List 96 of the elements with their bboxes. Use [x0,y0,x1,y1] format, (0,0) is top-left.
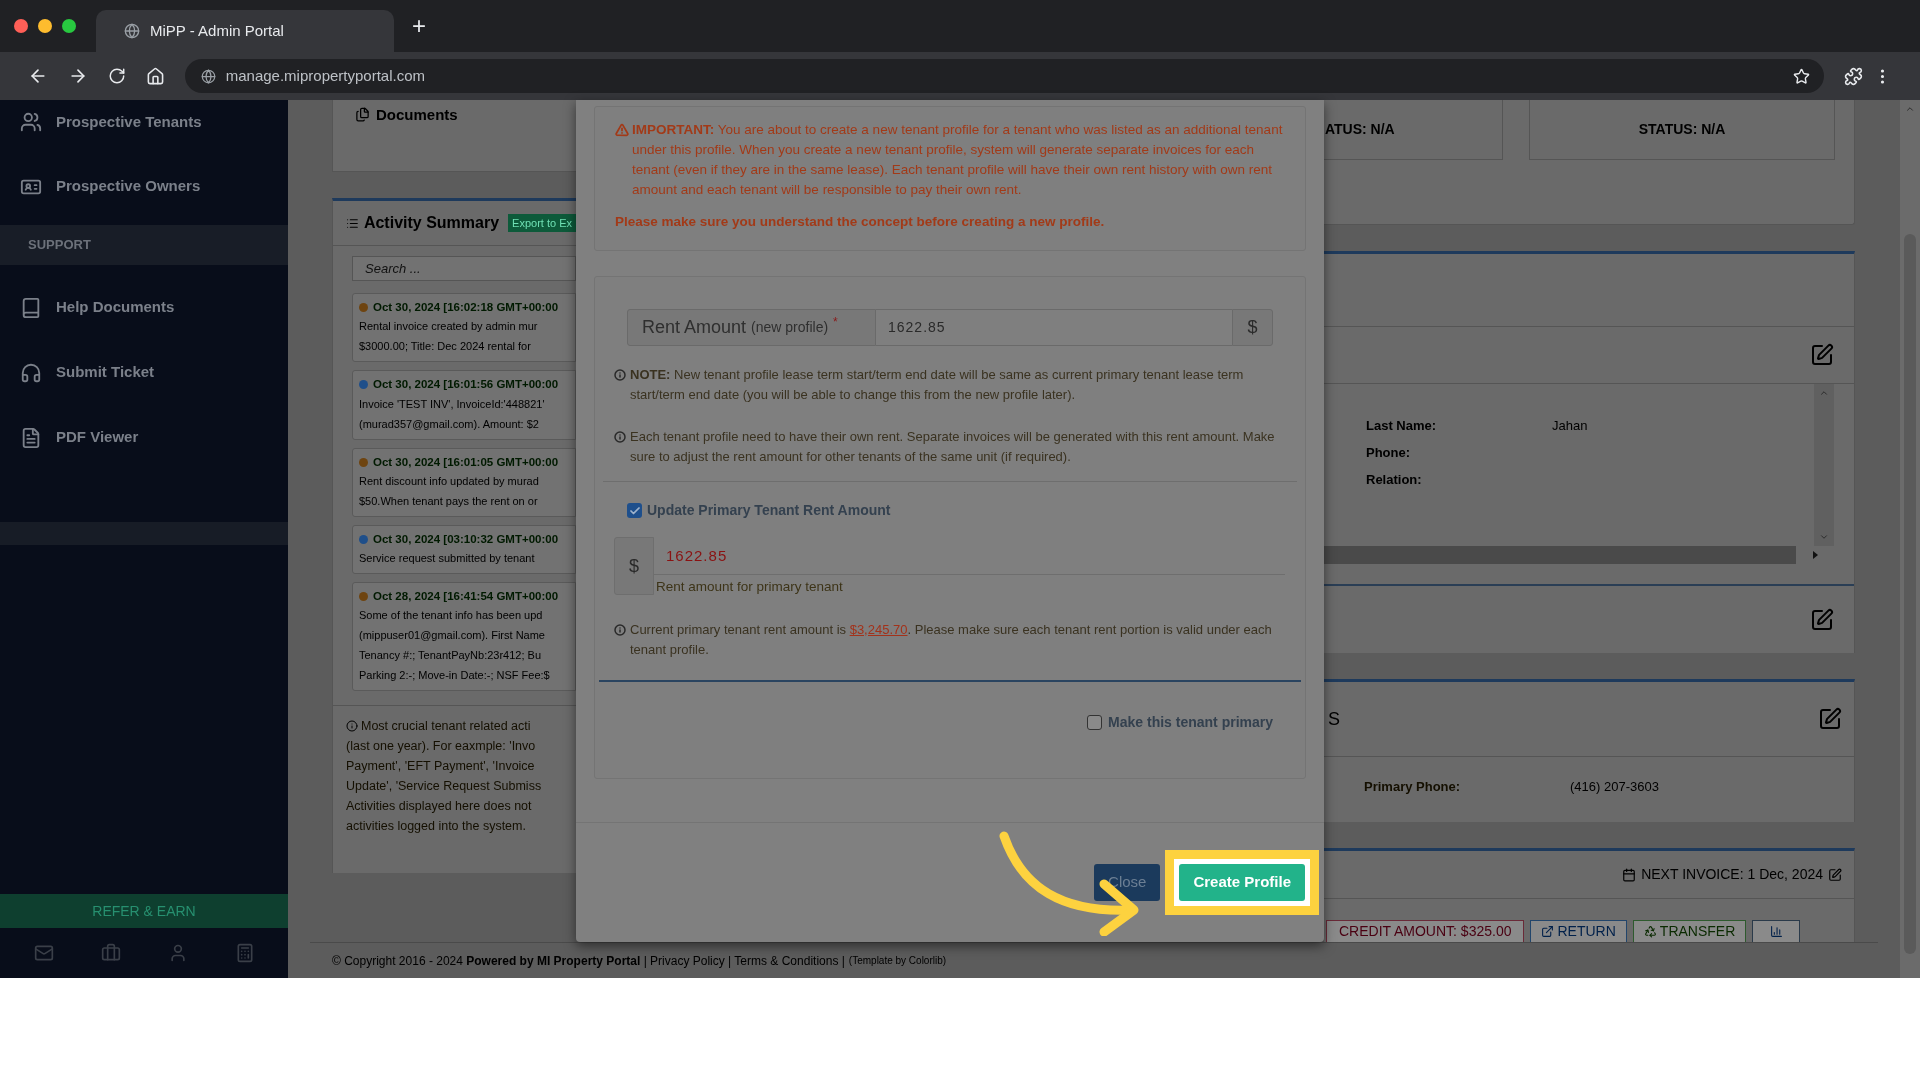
sidebar-item[interactable]: Prospective Owners [0,154,288,219]
activity-text: Service request submitted by tenant [359,551,536,566]
transfer-button[interactable]: TRANSFER [1632,920,1747,942]
template-credit: (Template by Colorlib) [848,954,947,968]
panel-title: Activity Summary [363,213,500,233]
note-text: Each tenant profile need to have their own rent. Separate invoices will be generated with this rent amount. Make sure to adjust the rent amount for other tenants of the same unit (if required). [630,428,1276,467]
activity-text: Rental invoice created by admin mur [359,319,539,335]
activity-text: Invoice 'TEST INV', InvoiceId:'448821' [359,396,546,412]
panel-title: Documents [376,105,458,124]
section-header: SUPPORT [0,225,288,265]
info-icon [614,369,626,382]
search-field[interactable]: Search ... [352,256,576,281]
edit-icon[interactable] [1828,867,1842,882]
checkbox[interactable] [627,503,642,519]
close-window-button[interactable] [14,19,28,33]
info-icon [346,720,358,732]
bar-chart-icon [1769,925,1783,938]
sidebar-item[interactable]: Prospective Tenants [0,100,288,144]
activity-text: Rent discount info updated by murad [359,473,540,489]
currency-addon: $ [614,537,654,596]
home-icon[interactable] [145,66,165,86]
field-value: Jahan [1552,416,1588,435]
activity-text: (mippuser01@gmail.com). First Name [359,628,546,644]
field-label: Last Name: [1366,416,1438,435]
calendar-icon [1622,867,1637,882]
recycle-icon [1643,925,1657,938]
activity-text: Tenancy #:; TenantPayNb:23r412; Bu [359,648,543,664]
note-text: Current primary tenant rent amount is $3,245.70. Please make sure each tenant rent portion is valid under each tenant profile. [630,620,1273,659]
activity-time: Oct 30, 2024 [03:10:32 GMT+00:00 [373,531,559,547]
next-invoice-text: NEXT INVOICE: 1 Dec, 2024 [1641,865,1823,884]
activity-text: $3000.00; Title: Dec 2024 rental for [359,339,532,355]
activity-time: Oct 30, 2024 [16:01:56 GMT+00:00 [373,377,559,393]
note-text: activities logged into the system. [346,818,526,835]
chart-button[interactable] [1752,920,1801,942]
help-text: Rent amount for primary tenant [655,578,844,597]
field-value: (416) 207-3603 [1570,778,1659,797]
edit-icon[interactable] [1810,607,1834,632]
activity-time: Oct 30, 2024 [16:02:18 GMT+00:00 [373,300,559,315]
scroll-up-icon[interactable] [1905,104,1915,114]
export-button[interactable]: Export to Ex [508,214,576,232]
note-text: NOTE: New tenant profile lease term start/term end date will be same as current primary tenant lease term start/term end date (you will be able to change this from the new profile later). [630,366,1245,405]
section-title: S [1328,707,1340,731]
field-label: Primary Phone: [1364,778,1462,797]
field-label: Relation: [1366,470,1423,489]
note-text: (last one year). For eaxmple: 'Invo [346,738,536,755]
reload-icon[interactable] [107,67,126,85]
sidebar-item-icon [20,296,42,319]
browser-tab[interactable]: MiPP - Admin Portal [96,10,394,52]
info-icon [614,623,626,636]
credit-amount-badge: CREDIT AMOUNT: $325.00 [1326,920,1525,942]
activity-time: Oct 30, 2024 [16:01:05 GMT+00:00 [373,454,559,470]
warning-icon [615,123,629,137]
sidebar-item[interactable]: Submit Ticket [0,340,288,405]
refer-button[interactable]: REFER & EARN [0,894,288,928]
minimize-window-button[interactable] [38,19,52,33]
rent-amount-field[interactable]: 1622.85 [876,309,1232,347]
activity-time: Oct 28, 2024 [16:41:54 GMT+00:00 [373,589,559,604]
note-text: Most crucial tenant related acti [361,718,531,735]
edit-icon[interactable] [1810,342,1834,367]
checkbox-label: Make this tenant primary [1108,712,1273,732]
info-icon [614,431,626,444]
return-button[interactable]: RETURN [1530,920,1627,942]
currency-addon: $ [1232,309,1273,347]
external-link-icon [1541,925,1555,938]
sidebar-item-icon [20,361,42,384]
note-text: Activities displayed here does not [346,798,532,815]
note-text: Update', 'Service Request Submiss [346,778,542,795]
page-scrollbar[interactable] [1900,100,1920,978]
field-label: Rent Amount (new profile) * [627,309,876,347]
new-tab-button[interactable]: + [406,14,432,38]
activity-text: Some of the tenant info has been upd [359,608,544,624]
warning-emphasis: Please make sure you understand the concept before creating a new profile. [615,213,1106,231]
field-label: Phone: [1366,443,1412,462]
copyright-text: © Copyright 2016 - 2024 Powered by MI Property Portal | Privacy Policy | Terms & Conditions | [332,952,845,970]
status-box: STATUS: N/A [1529,100,1835,160]
sidebar-item-icon [20,426,42,449]
sidebar-item[interactable]: Help Documents [0,275,288,340]
address-bar[interactable]: manage.mipropertyportal.com [184,59,1825,93]
globe-icon [200,68,216,84]
edit-icon[interactable] [1818,707,1842,731]
warning-text: IMPORTANT: You are about to create a new tenant profile for a tenant who was listed as an additional tenant under this profile. When you create a new tenant profile, system will generate separate invoices for each tenant (even if they are in the same lease). Each tenant profile will have their own rent history with own rent amount and each tenant will be responsible to pay their own rent. [632,121,1284,199]
maximize-window-button[interactable] [62,19,76,33]
sidebar-item[interactable]: PDF Viewer [0,405,288,470]
checkbox[interactable] [1087,714,1103,730]
note-text: Payment', 'EFT Payment', 'Invoice [346,758,535,775]
activity-text: $50.When tenant pays the rent on or [359,493,539,509]
sidebar-item-icon [20,111,42,133]
create-profile-button[interactable]: Create Profile [1179,864,1305,902]
extensions-icon[interactable] [1844,66,1864,86]
scroll-right-icon[interactable] [1812,551,1818,560]
activity-text: (murad357@gmail.com). Amount: $2 [359,416,540,432]
activity-text: Parking 2:-; Move-in Date:-; NSF Fee:$ [359,668,551,684]
checkbox-label: Update Primary Tenant Rent Amount [647,501,891,521]
bookmark-star-icon[interactable] [1793,67,1811,85]
globe-icon [124,23,140,39]
documents-icon [355,107,370,122]
